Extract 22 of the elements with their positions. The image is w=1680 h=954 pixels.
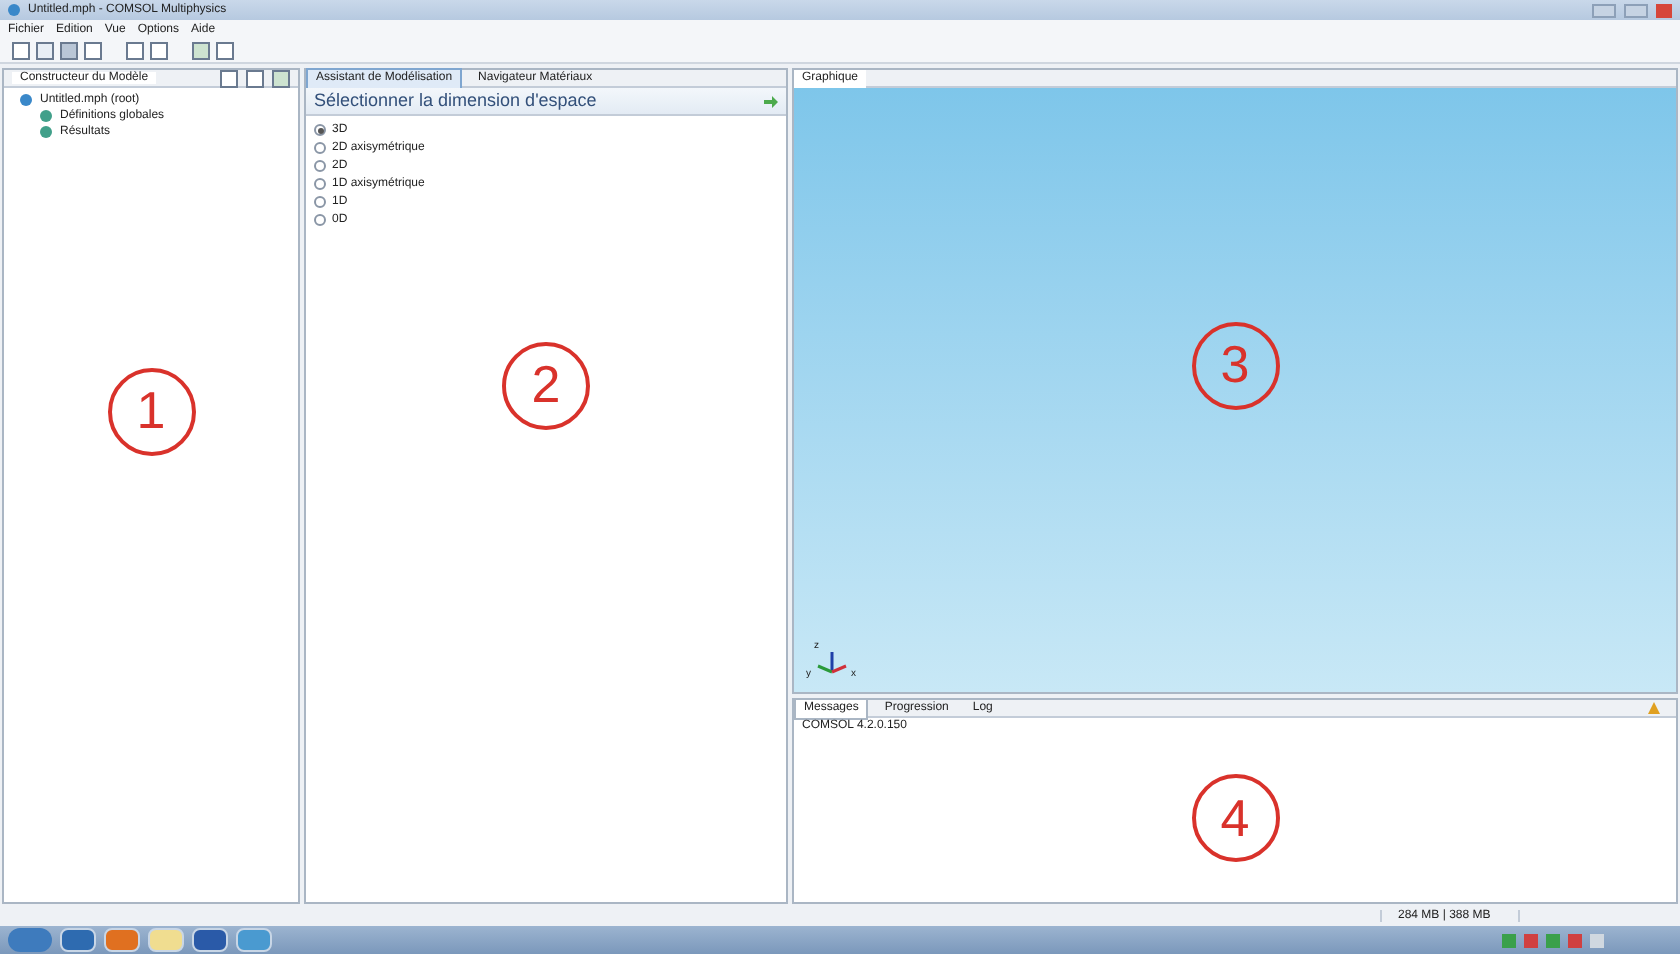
minimize-button[interactable]: [1592, 3, 1616, 17]
radio-button[interactable]: [314, 142, 326, 154]
radio-button[interactable]: [314, 160, 326, 172]
maximize-button[interactable]: [1624, 3, 1648, 17]
wizard-heading: Sélectionner la dimension d'espace: [314, 87, 597, 114]
app-icon: [8, 4, 20, 16]
taskbar-app-icon[interactable]: [60, 928, 96, 952]
radio-button[interactable]: [314, 124, 326, 136]
radio-button[interactable]: [314, 214, 326, 226]
radio-button[interactable]: [314, 178, 326, 190]
model-node-icon: [20, 94, 32, 106]
taskbar-app-icon[interactable]: [192, 928, 228, 952]
close-button[interactable]: [1656, 3, 1672, 17]
taskbar-app-icon[interactable]: [148, 928, 184, 952]
node-icon: [40, 126, 52, 138]
taskbar-app-icon[interactable]: [104, 928, 140, 952]
warning-icon: [1648, 702, 1660, 714]
taskbar-app-icon[interactable]: [236, 928, 272, 952]
radio-button[interactable]: [314, 196, 326, 208]
node-icon: [40, 110, 52, 122]
start-button[interactable]: [8, 928, 52, 952]
next-arrow-icon[interactable]: [764, 95, 778, 107]
